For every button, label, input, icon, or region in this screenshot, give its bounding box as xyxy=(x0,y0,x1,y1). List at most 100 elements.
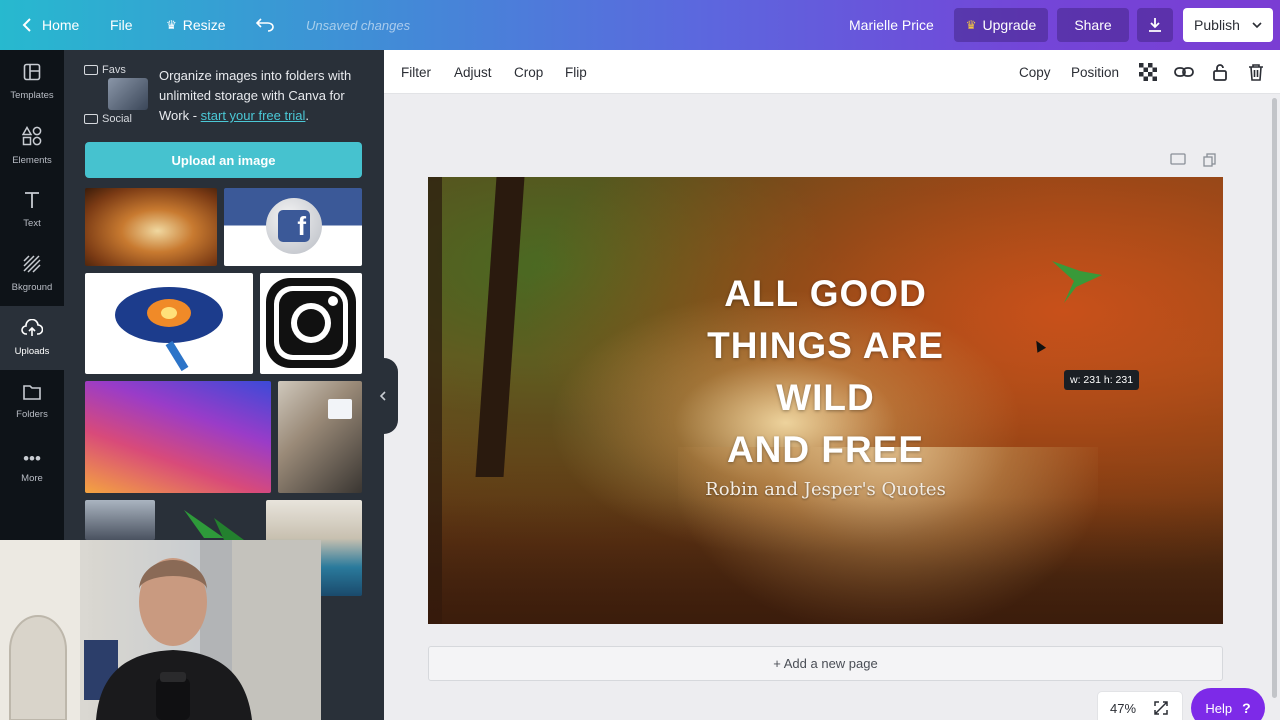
publish-label: Publish xyxy=(1194,17,1240,33)
monitor-glow xyxy=(328,399,352,419)
question-icon: ? xyxy=(1242,700,1251,716)
canvas-scrollbar[interactable] xyxy=(1270,94,1278,720)
context-toolbar: Filter Adjust Crop Flip Copy Position xyxy=(384,50,1280,94)
publish-button[interactable]: Publish xyxy=(1183,8,1273,42)
rail-item-elements[interactable]: Elements xyxy=(0,114,64,178)
text-icon xyxy=(24,191,40,214)
share-button[interactable]: Share xyxy=(1057,8,1129,42)
foliage-shade xyxy=(428,497,1223,624)
elements-icon xyxy=(21,125,42,151)
free-trial-link[interactable]: start your free trial xyxy=(201,108,306,123)
templates-icon xyxy=(23,63,41,86)
rail-label: Templates xyxy=(10,90,54,101)
more-icon: ••• xyxy=(23,448,41,468)
upload-thumb-instagram[interactable] xyxy=(260,273,362,374)
add-new-page-button[interactable]: + Add a new page xyxy=(428,646,1223,681)
folder-favs[interactable]: Favs xyxy=(84,64,126,76)
folder-icon xyxy=(84,114,98,124)
lock-icon[interactable] xyxy=(1210,62,1230,82)
help-button[interactable]: Help ? xyxy=(1191,688,1265,720)
home-link[interactable]: Home xyxy=(42,0,79,50)
adjust-button[interactable]: Adjust xyxy=(454,50,492,94)
user-name[interactable]: Marielle Price xyxy=(849,0,934,50)
quote-line[interactable]: AND FREE xyxy=(683,429,968,471)
rail-label: Bkground xyxy=(11,282,53,293)
trash-icon[interactable] xyxy=(1246,62,1266,82)
instagram-icon xyxy=(266,278,356,368)
crown-icon: ♛ xyxy=(166,18,177,32)
flip-button[interactable]: Flip xyxy=(565,50,587,94)
folder-social[interactable]: Social xyxy=(84,113,132,125)
rail-label: Elements xyxy=(12,155,52,166)
fullscreen-icon[interactable] xyxy=(1154,701,1168,715)
rail-label: Uploads xyxy=(14,346,50,357)
promo-end: . xyxy=(305,108,310,123)
upgrade-button[interactable]: ♛ Upgrade xyxy=(954,8,1048,42)
save-status: Unsaved changes xyxy=(306,17,411,33)
rail-label: More xyxy=(21,472,43,484)
download-icon xyxy=(1149,18,1161,32)
quote-line[interactable]: THINGS ARE xyxy=(683,325,968,367)
upload-thumb-man[interactable] xyxy=(85,500,155,540)
help-label: Help xyxy=(1205,700,1233,716)
folder-thumbnail[interactable] xyxy=(108,78,148,110)
download-button[interactable] xyxy=(1137,8,1173,42)
rail-item-templates[interactable]: Templates xyxy=(0,50,64,114)
upload-image-button[interactable]: Upload an image xyxy=(85,142,362,178)
design-canvas[interactable]: ALL GOOD THINGS ARE WILD AND FREE Robin … xyxy=(428,177,1223,624)
top-bar: Home File ♛ Resize Unsaved changes Marie… xyxy=(0,0,1280,50)
brain-illustration xyxy=(115,287,223,372)
rail-item-background[interactable]: Bkground xyxy=(0,242,64,306)
rail-item-folders[interactable]: Folders xyxy=(0,370,64,434)
zoom-level: 47% xyxy=(1110,700,1137,716)
copy-button[interactable]: Copy xyxy=(1019,50,1051,94)
rail-label: Text xyxy=(23,218,41,229)
presenter-video xyxy=(0,540,321,720)
upload-thumb-autumn-path[interactable] xyxy=(85,188,217,266)
quote-line[interactable]: WILD xyxy=(683,377,968,419)
transparency-icon[interactable] xyxy=(1138,62,1158,82)
rail-item-text[interactable]: Text xyxy=(0,178,64,242)
resize-label: Resize xyxy=(182,17,226,33)
chevron-left-icon xyxy=(379,391,386,401)
crown-icon: ♛ xyxy=(965,18,977,32)
background-icon xyxy=(23,255,41,278)
rail-item-more[interactable]: ••• More xyxy=(0,434,64,498)
rail-item-uploads[interactable]: Uploads xyxy=(0,306,64,370)
upgrade-label: Upgrade xyxy=(982,17,1037,33)
crop-button[interactable]: Crop xyxy=(514,50,543,94)
filter-button[interactable]: Filter xyxy=(401,50,431,94)
upload-thumb-brain[interactable] xyxy=(85,273,253,374)
zoom-control[interactable]: 47% xyxy=(1098,692,1182,720)
rail-label: Folders xyxy=(16,409,48,420)
green-bird-graphic[interactable] xyxy=(1046,247,1106,307)
position-button[interactable]: Position xyxy=(1071,50,1119,94)
upload-thumb-gradient[interactable] xyxy=(85,381,271,493)
promo-message: Organize images into folders with unlimi… xyxy=(159,66,369,126)
link-icon[interactable] xyxy=(1174,62,1194,82)
comment-icon[interactable] xyxy=(1170,153,1186,167)
webcam-overlay xyxy=(0,540,321,720)
facebook-icon: f xyxy=(266,198,322,254)
dimension-tooltip: w: 231 h: 231 xyxy=(1064,370,1140,390)
resize-button[interactable]: ♛ Resize xyxy=(166,0,226,50)
undo-icon[interactable] xyxy=(256,0,274,50)
chevron-down-icon xyxy=(1252,22,1262,29)
collapse-panel-button[interactable] xyxy=(368,358,398,434)
back-chevron-icon[interactable] xyxy=(22,0,32,50)
file-menu[interactable]: File xyxy=(110,0,133,50)
upload-icon xyxy=(21,318,44,342)
quote-line[interactable]: ALL GOOD xyxy=(683,273,968,315)
tree-trunk xyxy=(475,177,525,477)
folder-label: Favs xyxy=(102,64,126,76)
quote-attribution[interactable]: Robin and Jesper's Quotes xyxy=(658,479,993,500)
duplicate-page-icon[interactable] xyxy=(1203,153,1219,167)
green-leaf-illustration xyxy=(184,510,244,540)
upload-thumb-leaf[interactable] xyxy=(164,500,254,540)
upload-thumb-person-desk[interactable] xyxy=(278,381,362,493)
folder-icon xyxy=(23,384,41,405)
scrollbar-thumb[interactable] xyxy=(1272,98,1277,698)
upload-thumb-facebook[interactable]: f xyxy=(224,188,362,266)
folder-label: Social xyxy=(102,113,132,125)
folder-icon xyxy=(84,65,98,75)
